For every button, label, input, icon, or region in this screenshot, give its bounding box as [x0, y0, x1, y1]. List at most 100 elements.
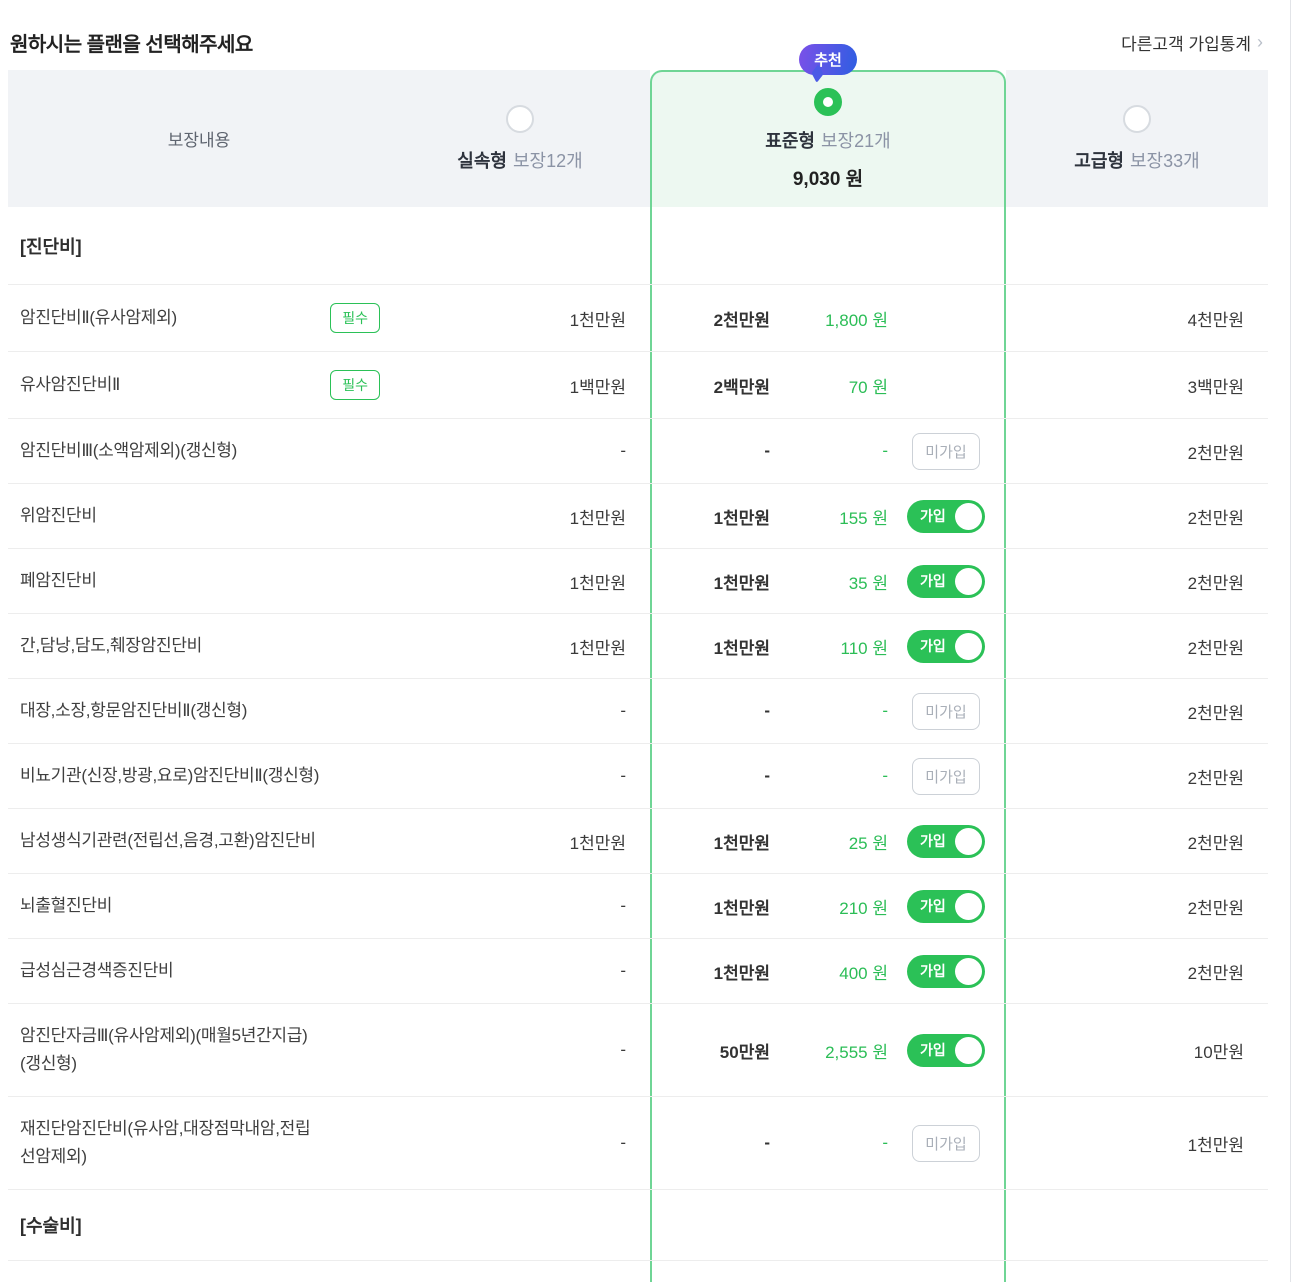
join-toggle-label: 가입: [920, 1042, 946, 1058]
join-toggle[interactable]: 가입: [907, 499, 985, 533]
standard-control: 가입: [898, 499, 994, 533]
premium-plan-cell: 2천만원: [1006, 549, 1268, 613]
next-row-partial: [8, 1260, 1268, 1282]
coverage-name-cell: 위암진단비: [8, 484, 390, 548]
basic-amount: -: [620, 441, 626, 460]
not-joined-button[interactable]: 미가입: [912, 1124, 980, 1162]
stats-link-label: 다른고객 가입통계: [1121, 34, 1251, 54]
not-joined-button[interactable]: 미가입: [912, 432, 980, 470]
standard-plan-cell: 50만원 2,555 원 가입: [650, 1004, 1006, 1096]
standard-price: 1,800 원: [825, 310, 888, 330]
plan-premium-label: 고급형 보장33개: [1074, 147, 1199, 173]
plan-basic-header[interactable]: 실속형 보장12개: [390, 70, 650, 207]
standard-amount: -: [764, 701, 770, 720]
plan-premium-header[interactable]: 고급형 보장33개: [1006, 70, 1268, 207]
standard-amount: 1천만원: [713, 833, 770, 853]
standard-price: -: [882, 441, 888, 460]
coverage-label: 간,담낭,담도,췌장암진단비: [20, 636, 203, 655]
standard-amount: -: [764, 766, 770, 785]
page-edge-divider: [1290, 0, 1291, 1282]
basic-plan-cell: 1천만원: [390, 285, 650, 351]
standard-plan-cell: 1천만원 25 원 가입: [650, 809, 1006, 873]
coverage-label: 암진단비Ⅲ(소액암제외)(갱신형): [20, 441, 237, 460]
required-badge: 필수: [330, 370, 380, 400]
coverage-row: 암진단비Ⅱ(유사암제외) 필수 1천만원 2천만원 1,800 원 4천만원: [8, 284, 1268, 351]
basic-plan-cell: 1백만원: [390, 352, 650, 418]
premium-amount: 2천만원: [1187, 768, 1244, 788]
coverage-label: 뇌출혈진단비: [20, 896, 113, 915]
basic-plan-cell: 1천만원: [390, 484, 650, 548]
standard-amount: 2백만원: [713, 377, 770, 397]
standard-price: 2,555 원: [825, 1042, 888, 1062]
coverage-row: 뇌출혈진단비 - 1천만원 210 원 가입 2천만원: [8, 873, 1268, 938]
join-toggle-label: 가입: [920, 898, 946, 914]
section-header-row: [진단비]: [8, 207, 1268, 284]
join-toggle[interactable]: 가입: [907, 889, 985, 923]
coverage-label: 비뇨기관(신장,방광,요로)암진단비Ⅱ(갱신형): [20, 766, 320, 785]
coverage-label: 폐암진단비: [20, 571, 97, 590]
plan-standard-header[interactable]: 추천 표준형 보장21개 9,030 원: [650, 44, 1006, 207]
coverage-name-cell: [8, 1261, 390, 1282]
join-toggle[interactable]: 가입: [907, 824, 985, 858]
standard-price: 25 원: [848, 833, 888, 853]
standard-price: 70 원: [848, 377, 888, 397]
coverage-label: 암진단비Ⅱ(유사암제외): [20, 308, 177, 327]
coverage-label: 남성생식기관련(전립선,음경,고환)암진단비: [20, 831, 316, 850]
standard-amount: -: [764, 1133, 770, 1152]
other-customers-stats-link[interactable]: 다른고객 가입통계 ›: [1121, 30, 1263, 55]
premium-amount: 10만원: [1193, 1042, 1244, 1062]
coverage-name-cell: 간,담낭,담도,췌장암진단비: [8, 614, 390, 678]
not-joined-button[interactable]: 미가입: [912, 757, 980, 795]
basic-amount: 1천만원: [569, 638, 626, 658]
premium-plan-cell: 2천만원: [1006, 744, 1268, 808]
standard-control: 가입: [898, 889, 994, 923]
radio-selected-icon[interactable]: [814, 88, 842, 116]
join-toggle[interactable]: 가입: [907, 954, 985, 988]
basic-plan-cell: -: [390, 744, 650, 808]
toggle-knob-icon: [955, 567, 982, 595]
coverage-name-cell: 비뇨기관(신장,방광,요로)암진단비Ⅱ(갱신형): [8, 744, 390, 808]
not-joined-button[interactable]: 미가입: [912, 692, 980, 730]
premium-plan-cell: 2천만원: [1006, 874, 1268, 938]
premium-plan-cell: [1006, 1261, 1268, 1282]
toggle-knob-icon: [955, 502, 982, 530]
basic-amount: -: [620, 896, 626, 915]
join-toggle[interactable]: 가입: [907, 1033, 985, 1067]
premium-plan-cell: 2천만원: [1006, 939, 1268, 1003]
section-title: [진단비]: [20, 236, 82, 257]
premium-amount: 2천만원: [1187, 443, 1244, 463]
standard-amount: 1천만원: [713, 573, 770, 593]
coverage-row: 폐암진단비 1천만원 1천만원 35 원 가입 2천만원: [8, 548, 1268, 613]
toggle-knob-icon: [955, 827, 982, 855]
standard-amount: 1천만원: [713, 898, 770, 918]
coverage-name-cell: 암진단자금Ⅲ(유사암제외)(매월5년간지급)(갱신형): [8, 1004, 390, 1096]
coverage-row: 암진단자금Ⅲ(유사암제외)(매월5년간지급)(갱신형) - 50만원 2,555 원 가…: [8, 1003, 1268, 1096]
basic-plan-cell: -: [390, 1097, 650, 1189]
basic-amount: -: [620, 1133, 626, 1152]
plan-standard-count: 보장21개: [820, 131, 891, 151]
coverage-name-cell: 암진단비Ⅱ(유사암제외) 필수: [8, 285, 390, 351]
standard-plan-cell: - - 미가입: [650, 744, 1006, 808]
join-toggle[interactable]: 가입: [907, 629, 985, 663]
topbar: 원하시는 플랜을 선택해주세요 다른고객 가입통계 ›: [0, 0, 1296, 70]
basic-plan-cell: [390, 1261, 650, 1282]
coverage-label: 대장,소장,항문암진단비Ⅱ(갱신형): [20, 701, 248, 720]
standard-plan-cell: - - 미가입: [650, 419, 1006, 483]
coverage-name-cell: 유사암진단비Ⅱ 필수: [8, 352, 390, 418]
radio-unselected-icon[interactable]: [1123, 104, 1151, 133]
basic-plan-cell: 1천만원: [390, 809, 650, 873]
join-toggle[interactable]: 가입: [907, 564, 985, 598]
coverage-name-cell: 뇌출혈진단비: [8, 874, 390, 938]
radio-unselected-icon[interactable]: [506, 104, 534, 133]
premium-amount: 4천만원: [1187, 310, 1244, 330]
coverage-row: 남성생식기관련(전립선,음경,고환)암진단비 1천만원 1천만원 25 원 가입 2천만원: [8, 808, 1268, 873]
standard-amount: 1천만원: [713, 638, 770, 658]
standard-column-track: [650, 1190, 1006, 1260]
standard-control: 미가입: [898, 1124, 994, 1162]
plan-standard-label: 표준형 보장21개: [765, 127, 890, 153]
coverage-label: 재진단암진단비(유사암,대장점막내암,전립선암제외): [20, 1119, 311, 1166]
standard-price: 35 원: [848, 573, 888, 593]
basic-plan-cell: 1천만원: [390, 614, 650, 678]
toggle-knob-icon: [955, 632, 982, 660]
basic-amount: -: [620, 1040, 626, 1059]
